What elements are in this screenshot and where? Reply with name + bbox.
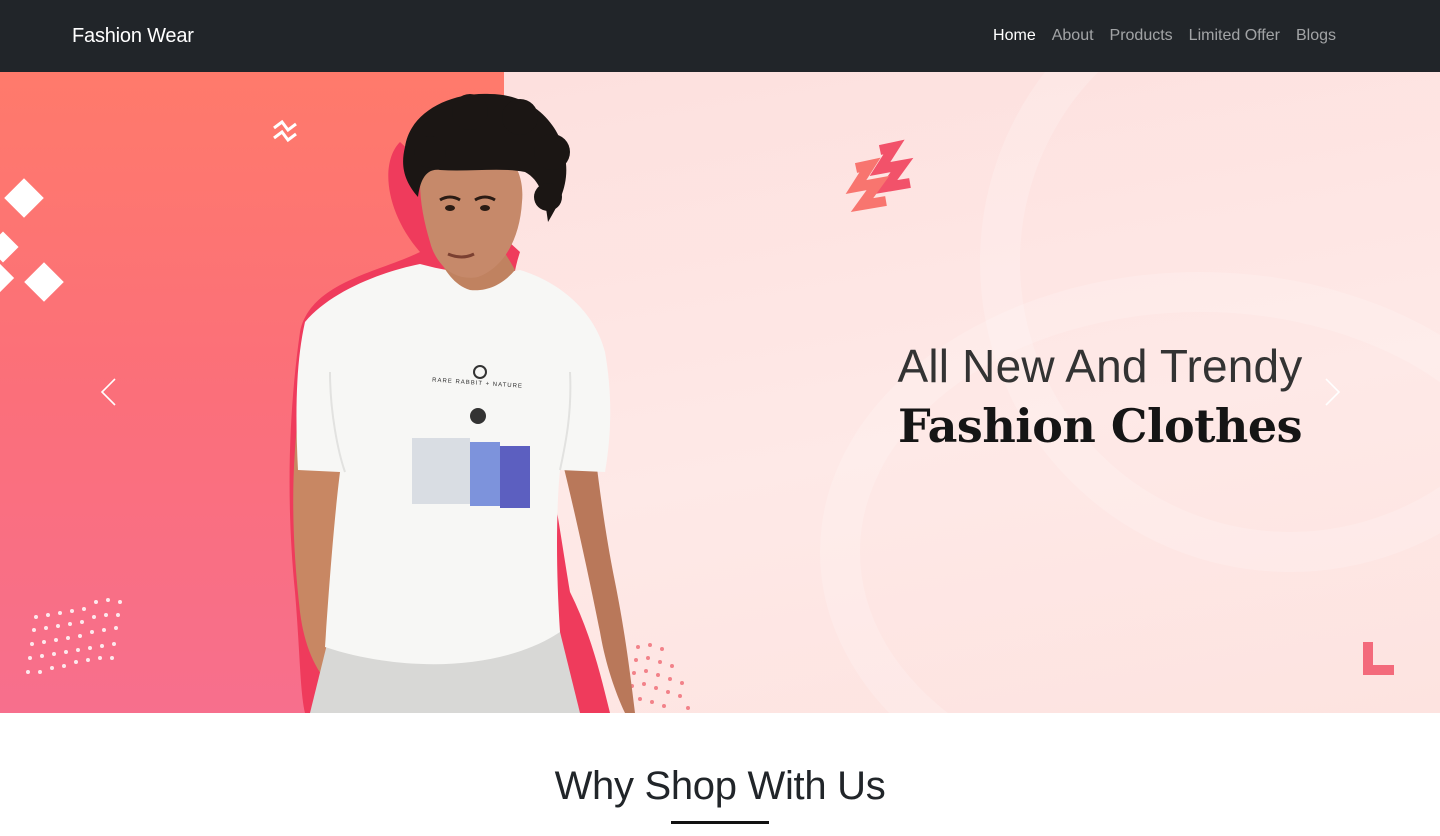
nav-link-about[interactable]: About	[1044, 25, 1102, 47]
title-underline	[671, 821, 769, 824]
chevron-right-icon	[1325, 378, 1341, 406]
nav-menu: Home About Products Limited Offer Blogs	[985, 25, 1344, 47]
brand-logo[interactable]: Fashion Wear	[72, 23, 194, 49]
hero-headline-line1: All New And Trendy	[897, 340, 1303, 392]
hero-carousel: RARE RABBIT + NATURE All New And Trendy …	[0, 72, 1440, 713]
nav-link-home[interactable]: Home	[985, 25, 1044, 47]
nav-link-blogs[interactable]: Blogs	[1288, 25, 1344, 47]
nav-link-limited-offer[interactable]: Limited Offer	[1181, 25, 1288, 47]
nav-link-products[interactable]: Products	[1102, 25, 1181, 47]
chevron-left-icon	[100, 378, 116, 406]
carousel-next-button[interactable]	[1313, 368, 1353, 416]
section-title: Why Shop With Us	[554, 764, 886, 808]
carousel-prev-button[interactable]	[88, 368, 128, 416]
hero-headline-line2: Fashion Clothes	[897, 399, 1303, 453]
hero-headline: All New And Trendy Fashion Clothes	[880, 336, 1320, 456]
top-navbar: Fashion Wear Home About Products Limited…	[0, 0, 1440, 72]
